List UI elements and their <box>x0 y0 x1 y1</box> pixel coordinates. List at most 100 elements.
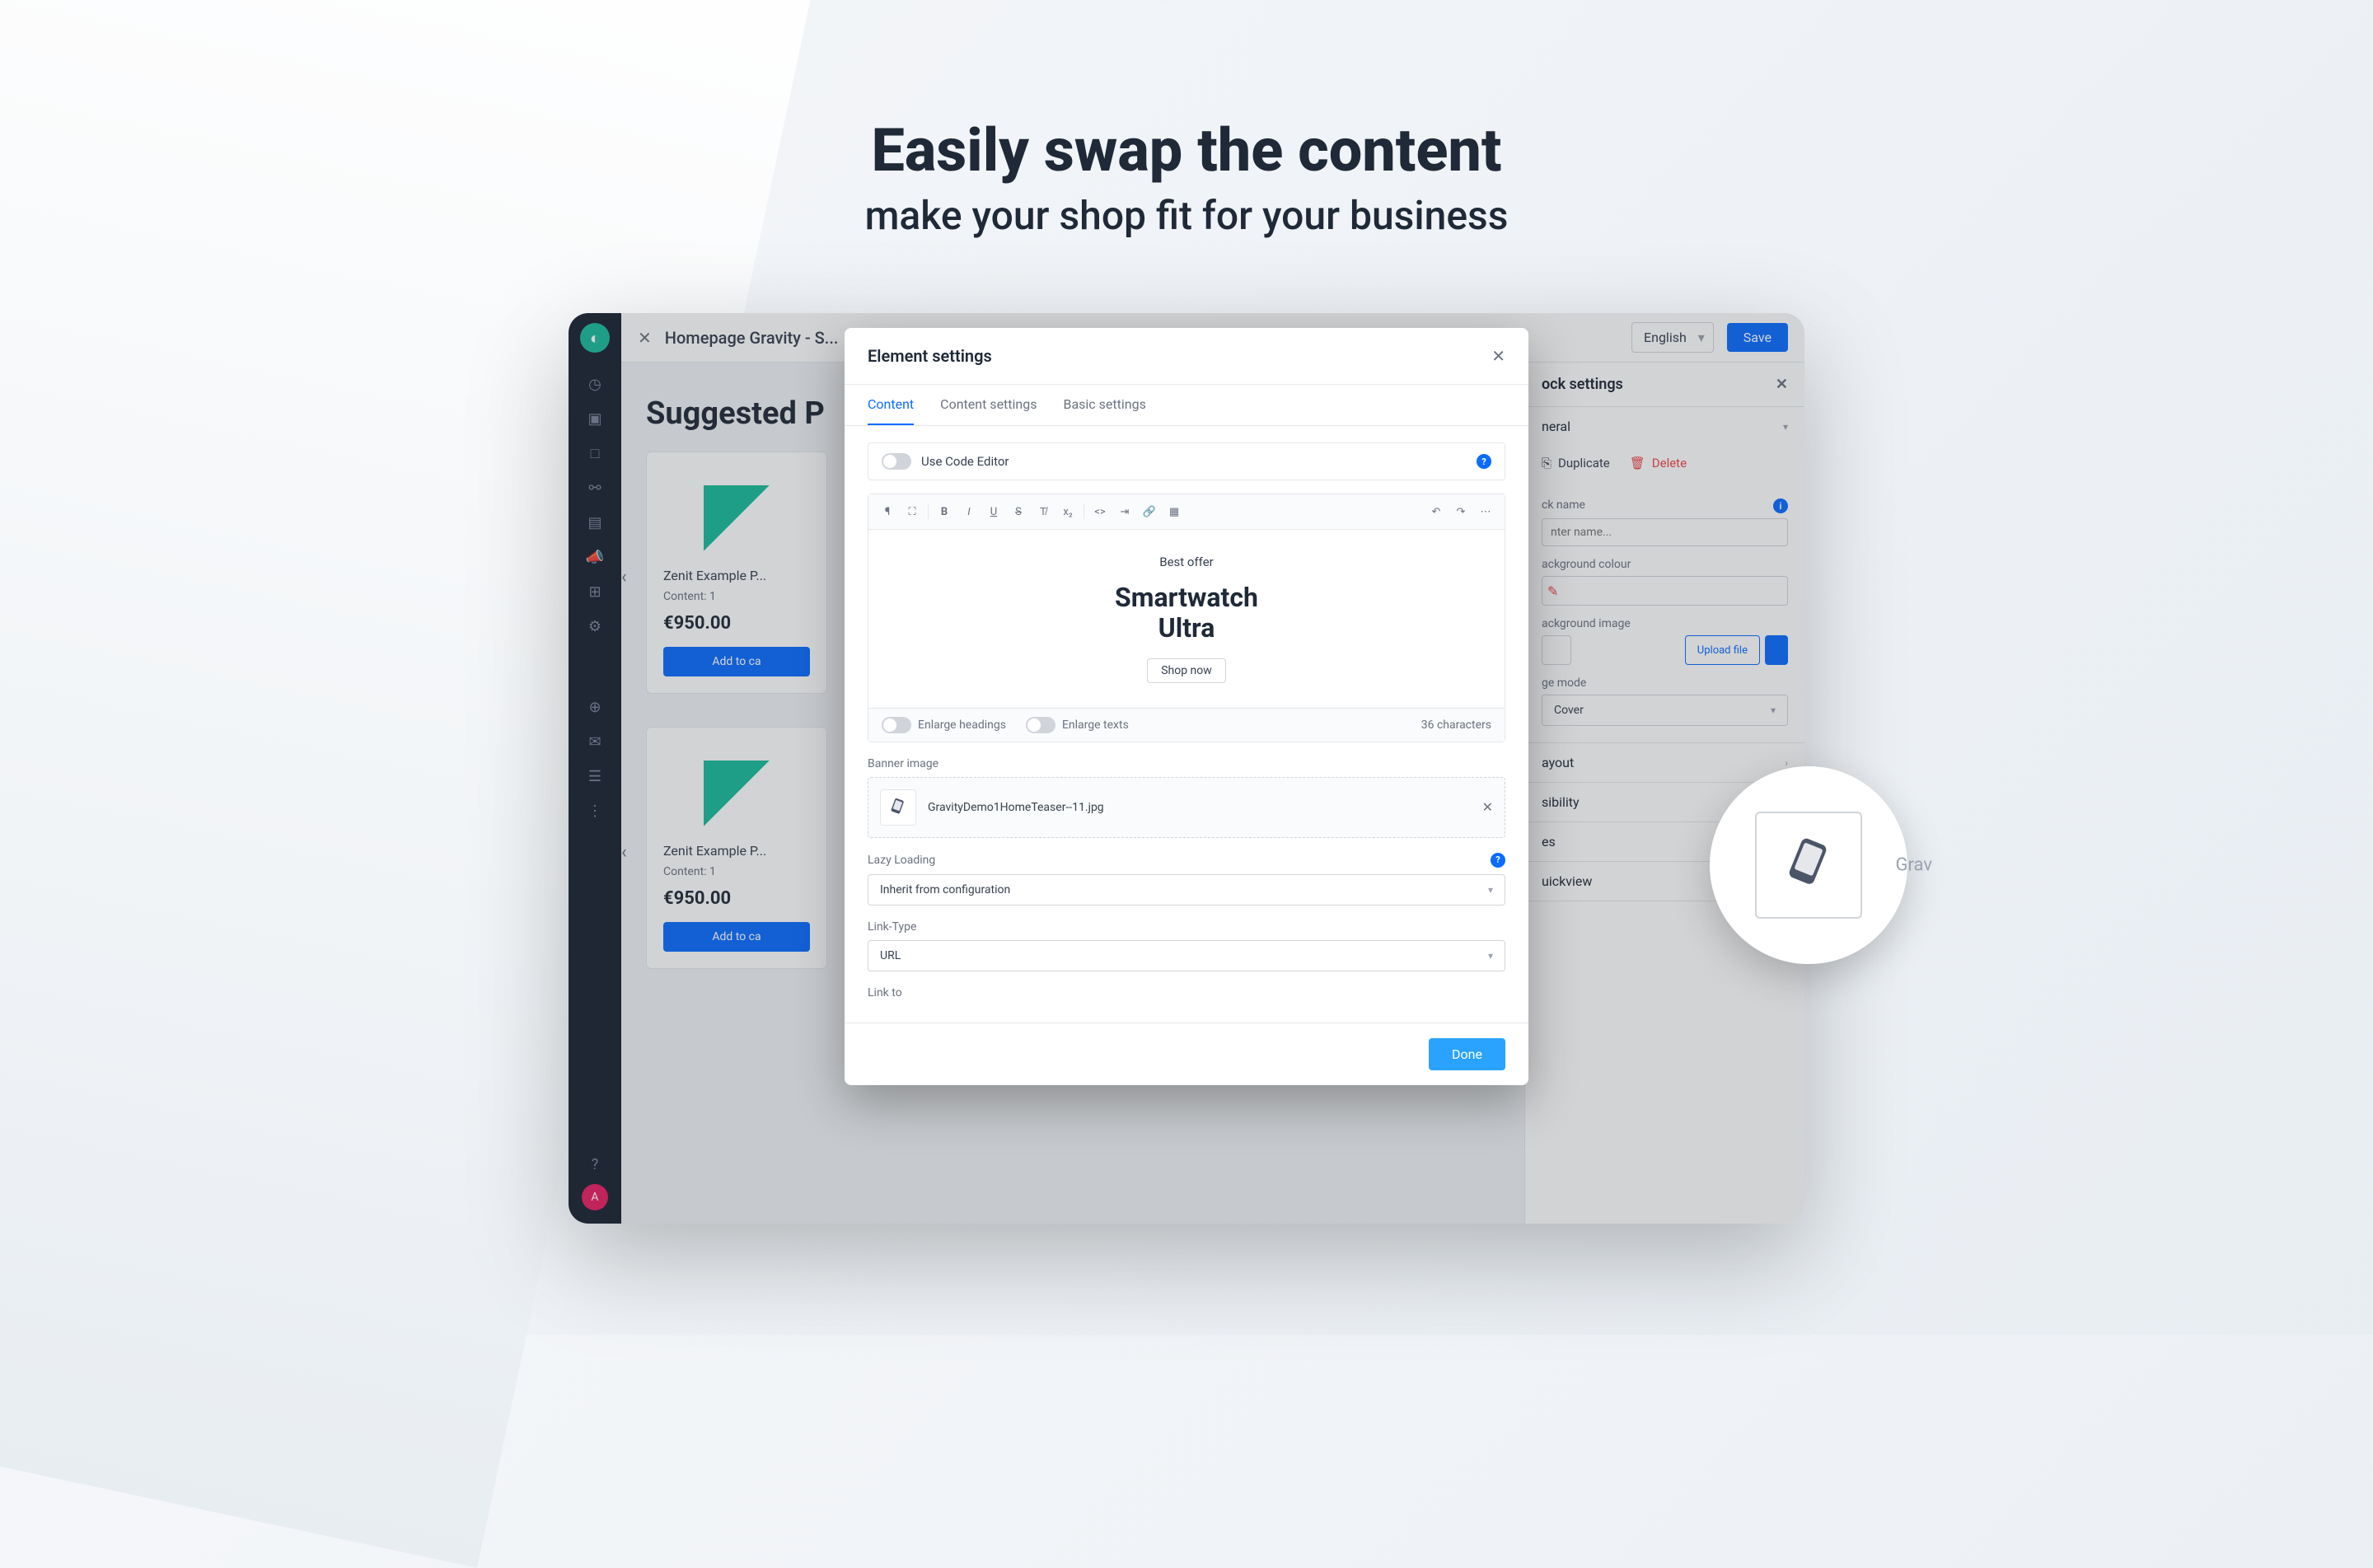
code-editor-toggle[interactable] <box>882 453 911 470</box>
clear-icon[interactable]: T̸ <box>1032 501 1054 522</box>
callout-magnifier: Grav <box>1710 766 1907 964</box>
label: Lazy Loading <box>868 854 935 867</box>
undo-icon[interactable]: ↶ <box>1425 501 1447 522</box>
editor-cta: Shop now <box>1147 658 1226 683</box>
upload-button[interactable]: Upload file <box>1685 635 1760 665</box>
extensions-icon[interactable]: ⊞ <box>580 577 610 606</box>
label: Link to <box>868 986 902 999</box>
label: Link-Type <box>868 920 916 934</box>
color-picker[interactable]: ✎ <box>1542 576 1788 606</box>
code-icon[interactable]: <> <box>1089 501 1111 522</box>
rich-text-editor: ¶ ⛶ B I U S T̸ x₂ <> ⇥ 🔗 ▦ <box>868 494 1505 742</box>
product-price: €950.00 <box>663 888 810 909</box>
product-meta: Content: 1 <box>663 865 810 878</box>
section-general[interactable]: neral ▾ <box>1525 407 1804 446</box>
product-meta: Content: 1 <box>663 590 810 603</box>
chevron-down-icon: ▾ <box>1488 950 1493 962</box>
chevron-right-icon: › <box>1785 757 1788 769</box>
code-editor-toggle-row: Use Code Editor ? <box>868 442 1505 480</box>
close-icon[interactable]: ✕ <box>1491 346 1505 366</box>
block-name-input[interactable] <box>1542 518 1788 546</box>
toggle-label: Enlarge texts <box>1062 718 1129 732</box>
link-type-select[interactable]: URL▾ <box>868 940 1505 971</box>
modal-title: Element settings <box>868 346 992 366</box>
product-card[interactable]: Zenit Example P... Content: 1 €950.00 Ad… <box>646 727 827 969</box>
editor-toolbar: ¶ ⛶ B I U S T̸ x₂ <> ⇥ 🔗 ▦ <box>868 494 1505 530</box>
app-frame: ◐ ◷ ▣ □ ⚯ ▤ 📣 ⊞ ⚙ ⊕ ✉ ☰ ⋮ ? A <box>569 313 1804 1224</box>
subscript-icon[interactable]: x₂ <box>1057 501 1079 522</box>
label: ackground image <box>1542 617 1631 630</box>
label: ge mode <box>1542 676 1586 690</box>
italic-icon[interactable]: I <box>958 501 980 522</box>
chevron-down-icon: ▾ <box>1783 421 1788 433</box>
product-image <box>704 485 770 551</box>
save-button[interactable]: Save <box>1727 323 1788 352</box>
info-icon[interactable]: i <box>1773 498 1788 513</box>
duplicate-button[interactable]: ⎘ Duplicate <box>1542 456 1610 470</box>
image-thumb <box>1542 635 1571 665</box>
label: Banner image <box>868 757 938 770</box>
link-icon[interactable]: 🔗 <box>1139 501 1160 522</box>
enlarge-texts-toggle[interactable] <box>1026 717 1055 733</box>
toggle-label: Enlarge headings <box>918 718 1006 732</box>
add-to-cart-button[interactable]: Add to ca <box>663 922 810 952</box>
strike-icon[interactable]: S <box>1008 501 1029 522</box>
language-select[interactable]: English ▾ <box>1631 322 1714 353</box>
trash-icon: 🗑 <box>1630 456 1645 470</box>
info-icon[interactable]: ? <box>1477 454 1491 469</box>
list-icon[interactable]: ☰ <box>580 761 610 791</box>
customers-icon[interactable]: ⚯ <box>580 473 610 503</box>
carousel-prev-icon[interactable]: ‹ <box>621 567 644 590</box>
add-to-cart-button[interactable]: Add to ca <box>663 647 810 676</box>
label: ck name <box>1542 498 1585 513</box>
remove-icon[interactable]: ✕ <box>1482 799 1493 815</box>
product-price: €950.00 <box>663 613 810 634</box>
orders-icon[interactable]: □ <box>580 438 610 468</box>
settings-icon[interactable]: ⚙ <box>580 611 610 641</box>
paragraph-icon[interactable]: ¶ <box>877 501 898 522</box>
mail-icon[interactable]: ✉ <box>580 727 610 756</box>
more-icon[interactable]: ⋯ <box>1475 501 1496 522</box>
tab-content[interactable]: Content <box>868 385 914 425</box>
brand-logo[interactable]: ◐ <box>580 323 610 353</box>
editor-content[interactable]: Best offer SmartwatchUltra Shop now <box>868 530 1505 708</box>
carousel-prev-icon[interactable]: ‹ <box>621 842 644 865</box>
redo-icon[interactable]: ↷ <box>1450 501 1472 522</box>
more-icon[interactable]: ⋮ <box>580 796 610 826</box>
dashboard-icon[interactable]: ◷ <box>580 369 610 399</box>
banner-image-upload[interactable]: GravityDemo1HomeTeaser--11.jpg ✕ <box>868 777 1505 838</box>
help-icon[interactable]: ? <box>580 1149 610 1179</box>
char-count: 36 characters <box>1421 718 1491 732</box>
underline-icon[interactable]: U <box>983 501 1004 522</box>
plus-icon[interactable]: ⊕ <box>580 692 610 722</box>
done-button[interactable]: Done <box>1429 1038 1505 1070</box>
catalog-icon[interactable]: ▣ <box>580 404 610 433</box>
expand-icon[interactable]: ⛶ <box>901 501 923 522</box>
indent-icon[interactable]: ⇥ <box>1114 501 1135 522</box>
tab-basic-settings[interactable]: Basic settings <box>1063 385 1145 425</box>
block-settings-title: ock settings <box>1542 376 1623 393</box>
close-icon[interactable]: ✕ <box>1776 376 1788 393</box>
close-icon[interactable]: ✕ <box>638 328 652 348</box>
product-card[interactable]: Zenit Example P... Content: 1 €950.00 Ad… <box>646 452 827 694</box>
upload-more-button[interactable] <box>1765 635 1788 665</box>
product-image <box>704 761 770 826</box>
marketing-icon[interactable]: 📣 <box>580 542 610 572</box>
eyedropper-icon: ✎ <box>1547 583 1558 599</box>
editor-eyebrow: Best offer <box>893 555 1480 569</box>
image-filename: GravityDemo1HomeTeaser--11.jpg <box>928 801 1471 814</box>
copy-icon: ⎘ <box>1542 456 1552 470</box>
image-mode-select[interactable]: Cover▾ <box>1542 695 1788 726</box>
chevron-down-icon: ▾ <box>1488 884 1493 896</box>
delete-button[interactable]: 🗑 Delete <box>1630 456 1687 470</box>
bold-icon[interactable]: B <box>934 501 955 522</box>
enlarge-headings-toggle[interactable] <box>882 717 911 733</box>
table-icon[interactable]: ▦ <box>1163 501 1185 522</box>
avatar[interactable]: A <box>582 1184 608 1210</box>
lazy-loading-select[interactable]: Inherit from configuration▾ <box>868 874 1505 906</box>
content-icon[interactable]: ▤ <box>580 508 610 537</box>
tab-content-settings[interactable]: Content settings <box>940 385 1037 425</box>
info-icon[interactable]: ? <box>1491 853 1505 868</box>
page-title: Homepage Gravity - S... <box>665 328 839 348</box>
section-layout[interactable]: ayout› <box>1525 743 1804 782</box>
